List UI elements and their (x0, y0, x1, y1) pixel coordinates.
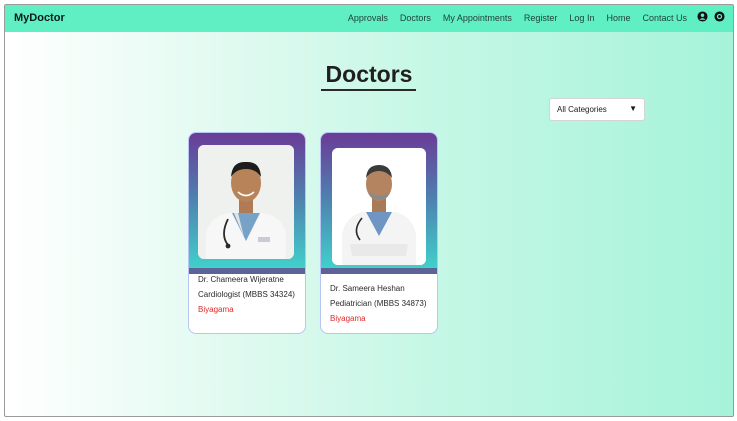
doctor-specialty: Pediatrician (MBBS 34873) (330, 299, 427, 308)
user-icon[interactable] (697, 11, 708, 22)
doctor-card[interactable]: Dr. Sameera Heshan Pediatrician (MBBS 34… (320, 132, 438, 334)
doctor-card[interactable]: Dr. Chameera Wijeratne Cardiologist (MBB… (188, 132, 306, 334)
nav-link-approvals[interactable]: Approvals (348, 13, 388, 23)
card-divider (189, 268, 305, 274)
doctor-specialty: Cardiologist (MBBS 34324) (198, 290, 295, 299)
nav-link-doctors[interactable]: Doctors (400, 13, 431, 23)
doctor-photo (198, 145, 294, 259)
doctor-name: Dr. Sameera Heshan (330, 284, 405, 293)
category-select-value: All Categories (557, 105, 607, 114)
brand-logo[interactable]: MyDoctor (14, 12, 65, 24)
doctor-location: Biyagama (198, 305, 234, 314)
doctor-name: Dr. Chameera Wijeratne (198, 275, 284, 284)
nav-link-register[interactable]: Register (524, 13, 558, 23)
chevron-down-icon: ▼ (629, 104, 637, 113)
page-title: Doctors (325, 61, 413, 87)
doctor-location: Biyagama (330, 314, 366, 323)
nav-link-home[interactable]: Home (606, 13, 630, 23)
title-underline (321, 89, 416, 91)
category-select[interactable]: All Categories ▼ (549, 98, 645, 121)
nav-link-contact-us[interactable]: Contact Us (642, 13, 687, 23)
nav-links: Approvals Doctors My Appointments Regist… (348, 13, 687, 23)
nav-link-my-appointments[interactable]: My Appointments (443, 13, 512, 23)
browser-viewport: MyDoctor Approvals Doctors My Appointmen… (4, 4, 734, 417)
card-divider (321, 268, 437, 274)
account-circle-icon[interactable] (714, 11, 725, 22)
nav-link-log-in[interactable]: Log In (569, 13, 594, 23)
doctor-photo (332, 148, 426, 265)
top-navbar: MyDoctor Approvals Doctors My Appointmen… (5, 5, 733, 32)
